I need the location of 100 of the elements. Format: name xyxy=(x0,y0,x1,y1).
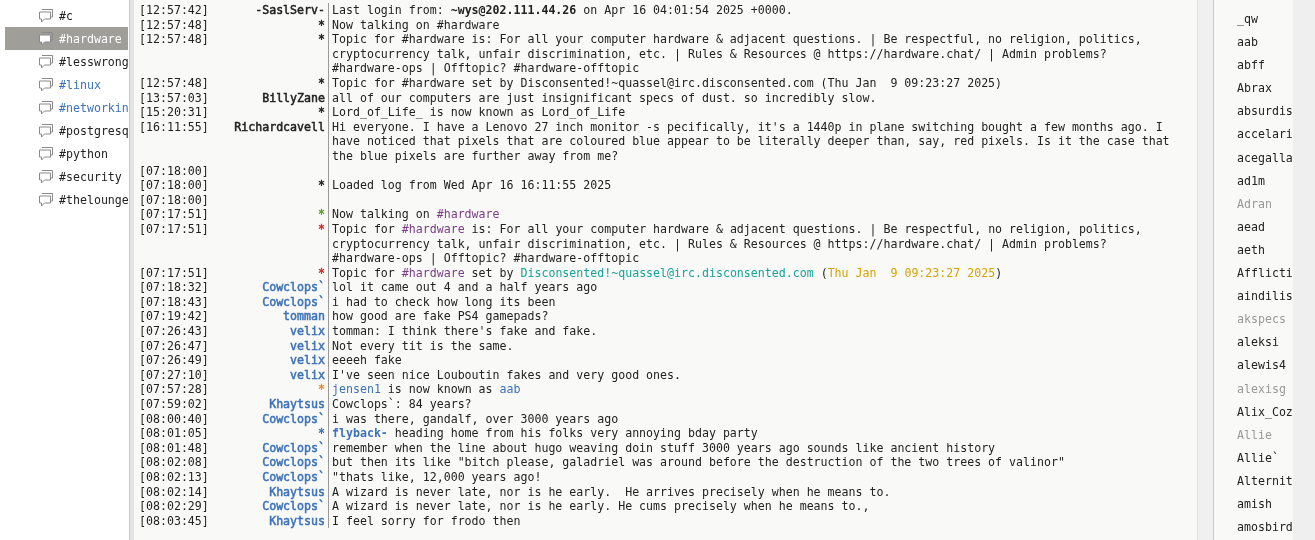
sender-nick: Cowclops` xyxy=(262,411,325,427)
sender-nick: velix xyxy=(290,338,325,354)
nick-item[interactable]: ad1m xyxy=(1237,169,1293,193)
timestamp: [07:26:47] xyxy=(139,338,209,354)
sender-nick: Cowclops` xyxy=(262,280,325,295)
message-text: I've seen nice Louboutin fakes and very good ones. xyxy=(332,367,682,383)
nick-item[interactable]: aleksi xyxy=(1237,331,1293,355)
sender-nick: Cowclops` xyxy=(262,455,325,470)
timestamp: [12:57:48] xyxy=(139,75,209,91)
timestamp: [07:17:51] xyxy=(139,265,209,281)
nick-item[interactable]: Afflicti xyxy=(1237,262,1293,286)
timestamp: [12:57:48] xyxy=(139,17,209,33)
nick-item[interactable]: aeth xyxy=(1237,238,1293,263)
nick-item[interactable]: accelari xyxy=(1237,123,1293,147)
timestamp: [08:02:14] xyxy=(139,484,209,500)
message-text: Now talking on #hardware xyxy=(332,207,501,222)
sender-nick: * xyxy=(318,207,325,222)
message-text: Last login from: ~wys@202.111.44.26 on Apr 16 04:01:54 2025 +0000. xyxy=(332,3,794,18)
sender-nick: * xyxy=(318,32,325,47)
sender-nick: * xyxy=(318,426,325,441)
sender-nick: -SaslServ- xyxy=(255,3,325,18)
message-text: how good are fake PS4 gamepads? xyxy=(332,309,550,325)
message-text: Hi everyone. I have a Lenovo 27 inch monitor -s pecifically, it's a 1440p in plane switching bought a few months ago. I have noticed that pixels that are coloured blue appear to be literally deeper than, say, red pixels. Is it the case that the blue pixels are further away from me? xyxy=(332,119,1170,164)
channel-item[interactable]: #linux xyxy=(5,73,128,96)
nick-item[interactable]: Allie` xyxy=(1237,446,1293,470)
sender-nick: velix xyxy=(290,367,325,383)
message-text: A wizard is never late, nor is he early. He cums precisely when he means to., xyxy=(332,499,871,514)
chat-bubbles-icon xyxy=(38,54,54,69)
message-text: Topic for #hardware set by Disconsented!~quassel@irc.disconsented.com (Thu Jan 9 09:23:27 2025) xyxy=(332,265,1004,281)
nick-item[interactable]: Alternit xyxy=(1237,469,1293,493)
sender-nick: * xyxy=(318,75,325,91)
message-text: I feel sorry for frodo then xyxy=(332,513,522,529)
message-text: Cowclops`: 84 years? xyxy=(332,397,473,412)
message-text: "thats like, 12,000 years ago! xyxy=(332,470,543,485)
sender-nick: Cowclops` xyxy=(262,499,325,514)
sender-nick: Cowclops` xyxy=(262,440,325,456)
timestamp: [08:00:40] xyxy=(139,411,209,427)
chat-bubbles-icon xyxy=(38,8,54,23)
timestamp: [15:20:31] xyxy=(139,105,209,120)
nick-item[interactable]: amosbird xyxy=(1237,516,1293,540)
sender-nick: * xyxy=(318,105,325,120)
nick-item[interactable]: abff xyxy=(1237,54,1293,78)
message-text: Loaded log from Wed Apr 16 16:11:55 2025 xyxy=(332,178,613,193)
timestamp: [08:02:13] xyxy=(139,470,209,485)
channel-item[interactable]: #networkin xyxy=(5,96,128,119)
message-text: tomman: I think there's fake and fake. xyxy=(332,324,599,339)
timestamp: [08:03:45] xyxy=(139,513,209,529)
nick-item[interactable]: Abrax xyxy=(1237,77,1293,101)
channel-item[interactable]: #postgresq xyxy=(5,119,128,142)
message-text: Lord_of_Life_ is now known as Lord_of_Life xyxy=(332,105,627,120)
chat-bubbles-icon xyxy=(38,169,54,184)
message-text: lol it came out 4 and a half years ago xyxy=(332,280,599,295)
timestamp: [07:26:49] xyxy=(139,353,209,368)
timestamp: [08:02:29] xyxy=(139,499,209,514)
message-text: eeeeh fake xyxy=(332,353,403,368)
message-text: Now talking on #hardware xyxy=(332,17,501,33)
channel-item[interactable]: #thelounge xyxy=(5,188,128,211)
sender-nick: velix xyxy=(290,353,325,368)
channel-item[interactable]: #lesswrong xyxy=(5,50,128,73)
nick-item[interactable]: aead xyxy=(1237,215,1293,239)
nick-item[interactable]: alewis4 xyxy=(1237,354,1293,378)
timestamp: [12:57:42] xyxy=(139,3,209,18)
timestamp: [07:17:51] xyxy=(139,221,209,238)
message-text: i had to check how long its been xyxy=(332,294,557,310)
message-text: Not every tit is the same. xyxy=(332,338,515,354)
timestamp: [07:57:28] xyxy=(139,382,209,398)
message-text: but then its like "bitch please, galadriel was around before the destruction of the two trees of valinor" xyxy=(332,455,1066,470)
sender-nick: Khaytsus xyxy=(269,513,325,529)
sender-nick: * xyxy=(318,221,325,237)
nick-item[interactable]: amish xyxy=(1237,492,1293,517)
nick-item[interactable]: Alix_Coz xyxy=(1237,400,1293,424)
channel-item[interactable]: #c xyxy=(5,4,128,27)
channel-item[interactable]: #security xyxy=(5,165,128,188)
channel-item[interactable]: #python xyxy=(5,142,128,165)
message-text: i was there, gandalf, over 3000 years ago xyxy=(332,411,620,427)
sender-nick: * xyxy=(318,265,325,281)
nick-item[interactable]: _qw xyxy=(1237,8,1293,32)
message-text: A wizard is never late, nor is he early. He arrives precisely when he means to. xyxy=(332,484,892,500)
message-text: flyback- heading home from his folks very annoying bday party xyxy=(332,426,759,441)
sender-nick: Richardcavell xyxy=(234,119,325,135)
sender-nick: Cowclops` xyxy=(262,470,325,485)
nick-item[interactable]: aab xyxy=(1237,31,1293,55)
timestamp: [08:01:05] xyxy=(139,426,209,441)
chat-bubbles-icon xyxy=(38,192,54,207)
timestamp: [07:18:00] xyxy=(139,163,209,179)
nick-item[interactable]: aindilis xyxy=(1237,285,1293,309)
chat-bubbles-icon xyxy=(38,146,54,161)
chat-bubbles-icon xyxy=(38,77,54,92)
timestamp: [08:01:48] xyxy=(139,440,209,456)
timestamp: [07:26:43] xyxy=(139,324,209,339)
sender-nick: Khaytsus xyxy=(269,397,325,412)
message-text: Topic for #hardware set by Disconsented!~quassel@irc.disconsented.com (Thu Jan 9 09:23:27 2025) xyxy=(332,75,1004,91)
timestamp: [12:57:48] xyxy=(139,32,209,49)
nick-item[interactable]: acegalla xyxy=(1237,146,1293,170)
sender-nick: velix xyxy=(290,324,325,339)
nick-item[interactable]: absurdis xyxy=(1237,100,1293,124)
chat-bubbles-icon xyxy=(38,31,54,46)
timestamp: [07:18:00] xyxy=(139,192,209,208)
message-text: jensen1 is now known as aab xyxy=(332,382,522,397)
sender-nick: tomman xyxy=(283,309,325,325)
